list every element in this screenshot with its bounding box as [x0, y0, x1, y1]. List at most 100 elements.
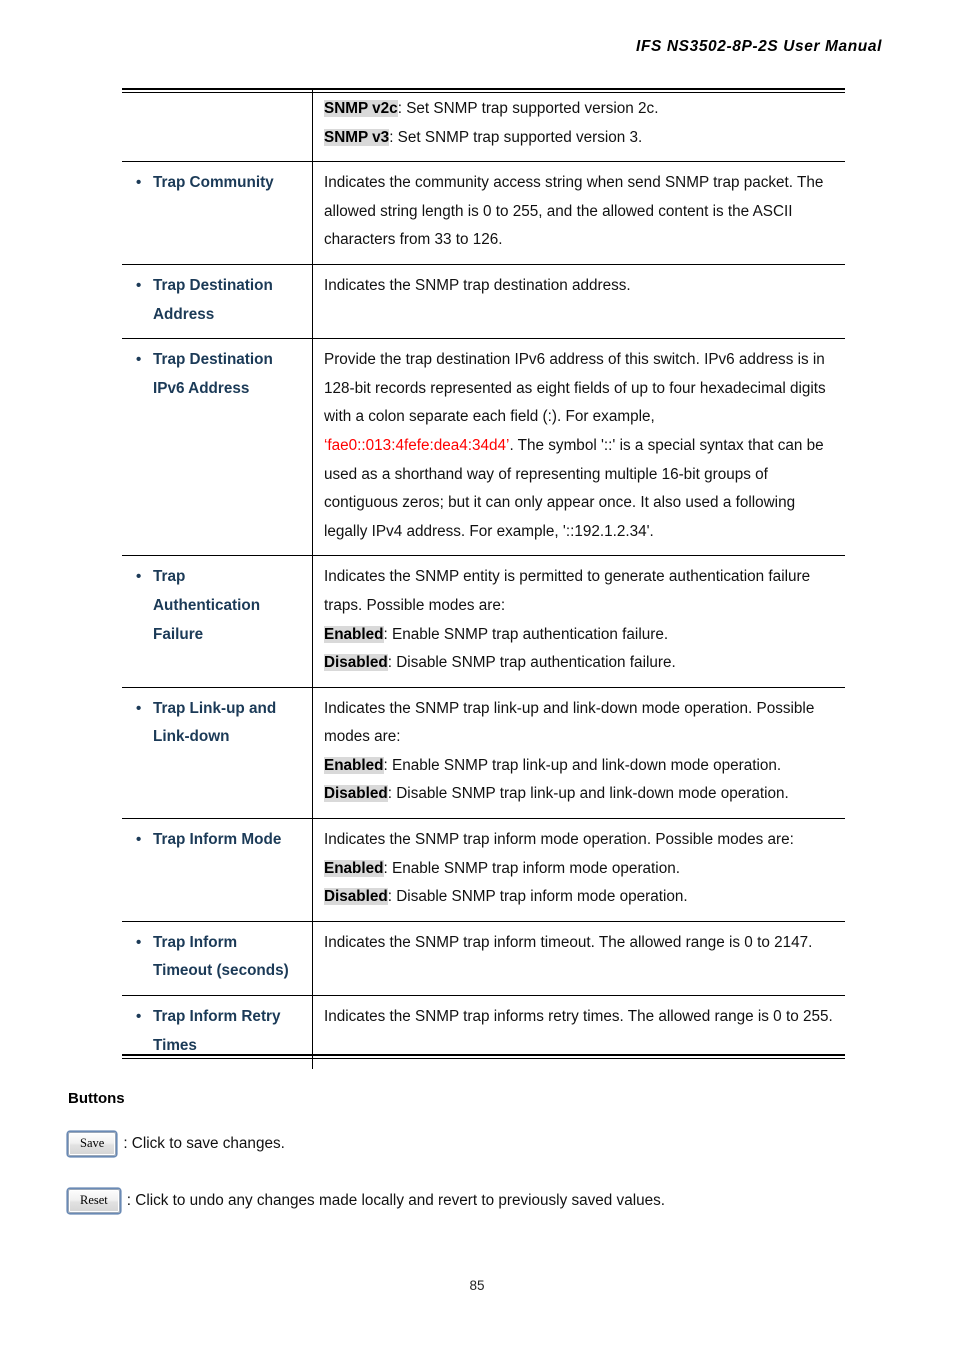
- bullet-icon: •: [136, 699, 142, 717]
- description-text: : Enable SNMP trap inform mode operation…: [383, 859, 680, 877]
- description-text: : Disable SNMP trap inform mode operatio…: [387, 888, 688, 906]
- parameter-label-line2: Link-down: [153, 728, 230, 746]
- parameter-label-line2: Authentication: [153, 596, 261, 614]
- parameter-description-cell: Indicates the SNMP trap inform mode oper…: [313, 819, 845, 921]
- parameter-label-cell: • Trap Inform Timeout (seconds): [122, 921, 313, 996]
- keyword-disabled: Disabled: [324, 785, 388, 803]
- description-text: : Enable SNMP trap authentication failur…: [383, 625, 669, 643]
- parameter-label-cell: • Trap Destination Address: [122, 264, 313, 339]
- description-line: Enabled: Enable SNMP trap inform mode op…: [324, 855, 839, 884]
- keyword-enabled: Enabled: [324, 859, 384, 877]
- parameter-label-line2: Address: [153, 305, 215, 323]
- description-line: Indicates the SNMP trap inform timeout. …: [324, 933, 813, 951]
- parameter-label-cell: [122, 88, 313, 162]
- parameter-description-cell: Indicates the SNMP entity is permitted t…: [313, 556, 845, 686]
- parameter-description-cell: Provide the trap destination IPv6 addres…: [313, 339, 845, 555]
- parameter-label: • Trap Destination Address: [136, 272, 304, 329]
- keyword-disabled: Disabled: [324, 654, 388, 672]
- snmp-trap-parameter-table: SNMP v2c: Set SNMP trap supported versio…: [122, 88, 845, 1070]
- description-text: : Enable SNMP trap link-up and link-down…: [383, 756, 782, 774]
- description-text: : Disable SNMP trap link-up and link-dow…: [387, 785, 789, 803]
- parameter-label: • Trap Authentication Failure: [136, 563, 304, 649]
- description-line: Indicates the SNMP trap informs retry ti…: [324, 1008, 833, 1026]
- bullet-icon: •: [136, 174, 142, 192]
- table-bottom-rule: [122, 1054, 845, 1059]
- document-running-header: IFS NS3502-8P-2S User Manual: [636, 38, 882, 55]
- parameter-description-cell: Indicates the SNMP trap link-up and link…: [313, 688, 845, 818]
- parameter-label-line3: Failure: [153, 625, 204, 643]
- description-line: Indicates the SNMP trap inform mode oper…: [324, 831, 794, 849]
- keyword-enabled: Enabled: [324, 625, 384, 643]
- description-text: : Set SNMP trap supported version 3.: [389, 128, 643, 146]
- description-line: SNMP v3: Set SNMP trap supported version…: [324, 124, 839, 153]
- description-line: Indicates the SNMP trap destination addr…: [324, 276, 631, 294]
- keyword-enabled: Enabled: [324, 756, 384, 774]
- parameter-label-cell: • Trap Inform Mode: [122, 819, 313, 921]
- parameter-label: • Trap Inform Retry Times: [136, 1003, 304, 1060]
- description-line: Provide the trap destination IPv6 addres…: [324, 346, 839, 546]
- parameter-description-cell: Indicates the SNMP trap destination addr…: [313, 265, 845, 338]
- table-row: • Trap Destination IPv6 Address Provide …: [122, 338, 845, 556]
- parameter-label-cell: • Trap Destination IPv6 Address: [122, 339, 313, 556]
- table-row: • Trap Inform Mode Indicates the SNMP tr…: [122, 818, 845, 921]
- reset-button-caption: : Click to undo any changes made locally…: [126, 1191, 666, 1209]
- parameter-description-cell: Indicates the SNMP trap inform timeout. …: [313, 922, 845, 995]
- description-text: : Set SNMP trap supported version 2c.: [397, 100, 659, 117]
- save-button-description-line: Save : Click to save changes.: [68, 1132, 285, 1156]
- keyword-disabled: Disabled: [324, 888, 388, 906]
- parameter-label-line1: Trap Link-up and: [153, 699, 277, 717]
- table-row: • Trap Authentication Failure Indicates …: [122, 555, 845, 687]
- description-line: Indicates the SNMP entity is permitted t…: [324, 568, 811, 614]
- parameter-label-line1: Trap Inform Retry: [153, 1008, 281, 1026]
- parameter-label-cell: • Trap Link-up and Link-down: [122, 687, 313, 819]
- table-row: • Trap Inform Timeout (seconds) Indicate…: [122, 920, 845, 996]
- parameter-label-line1: Trap Inform: [153, 933, 238, 951]
- parameter-label: • Trap Community: [136, 169, 304, 198]
- parameter-label: • Trap Link-up and Link-down: [136, 695, 304, 752]
- table-row: • Trap Link-up and Link-down Indicates t…: [122, 686, 845, 819]
- save-button[interactable]: Save: [68, 1132, 117, 1156]
- reset-button-description-line: Reset : Click to undo any changes made l…: [68, 1189, 665, 1213]
- parameter-label: • Trap Destination IPv6 Address: [136, 346, 304, 403]
- bullet-icon: •: [136, 568, 142, 586]
- parameter-label-line1: Trap Inform Mode: [153, 831, 282, 849]
- table-row: • Trap Community Indicates the community…: [122, 161, 845, 264]
- parameter-label-line1: Trap: [153, 568, 186, 586]
- save-button-caption: : Click to save changes.: [123, 1134, 285, 1152]
- parameter-label-line2: IPv6 Address: [153, 379, 250, 397]
- parameter-label-cell: • Trap Authentication Failure: [122, 556, 313, 687]
- document-page: IFS NS3502-8P-2S User Manual SNMP v2c: S…: [0, 0, 954, 1350]
- description-line: Disabled: Disable SNMP trap link-up and …: [324, 780, 839, 809]
- description-line: Enabled: Enable SNMP trap authentication…: [324, 621, 839, 650]
- description-line: Disabled: Disable SNMP trap inform mode …: [324, 883, 839, 912]
- parameter-label: • Trap Inform Mode: [136, 826, 304, 855]
- bullet-icon: •: [136, 276, 142, 294]
- bullet-icon: •: [136, 831, 142, 849]
- parameter-description-cell: Indicates the community access string wh…: [313, 162, 845, 264]
- page-number: 85: [469, 1278, 485, 1293]
- description-text: : Disable SNMP trap authentication failu…: [387, 654, 676, 672]
- parameter-label-line1: Trap Destination: [153, 351, 273, 369]
- ipv6-text-before: Provide the trap destination IPv6 addres…: [324, 351, 826, 426]
- description-line: Disabled: Disable SNMP trap authenticati…: [324, 649, 839, 678]
- reset-button[interactable]: Reset: [68, 1189, 120, 1213]
- keyword-snmp-v3: SNMP v3: [324, 128, 390, 146]
- description-line: SNMP v2c: Set SNMP trap supported versio…: [324, 95, 839, 124]
- parameter-label-cell: • Trap Community: [122, 162, 313, 264]
- table-row: SNMP v2c: Set SNMP trap supported versio…: [122, 88, 845, 162]
- bullet-icon: •: [136, 1008, 142, 1026]
- parameter-label-line1: Trap Community: [153, 174, 274, 192]
- description-line: Indicates the SNMP trap link-up and link…: [324, 699, 815, 746]
- buttons-section-heading: Buttons: [68, 1090, 125, 1107]
- description-line: Enabled: Enable SNMP trap link-up and li…: [324, 752, 839, 781]
- bullet-icon: •: [136, 351, 142, 369]
- ipv6-example-address: ‘fae0::013:4fefe:dea4:34d4’: [324, 436, 510, 454]
- keyword-snmp-v2c: SNMP v2c: [324, 100, 398, 117]
- parameter-description-cell: SNMP v2c: Set SNMP trap supported versio…: [313, 88, 845, 161]
- description-line: Indicates the community access string wh…: [324, 174, 824, 249]
- parameter-label: • Trap Inform Timeout (seconds): [136, 929, 304, 986]
- parameter-label-line2: Timeout (seconds): [153, 962, 289, 980]
- table-row: • Trap Destination Address Indicates the…: [122, 263, 845, 339]
- parameter-label-line1: Trap Destination: [153, 276, 273, 294]
- bullet-icon: •: [136, 933, 142, 951]
